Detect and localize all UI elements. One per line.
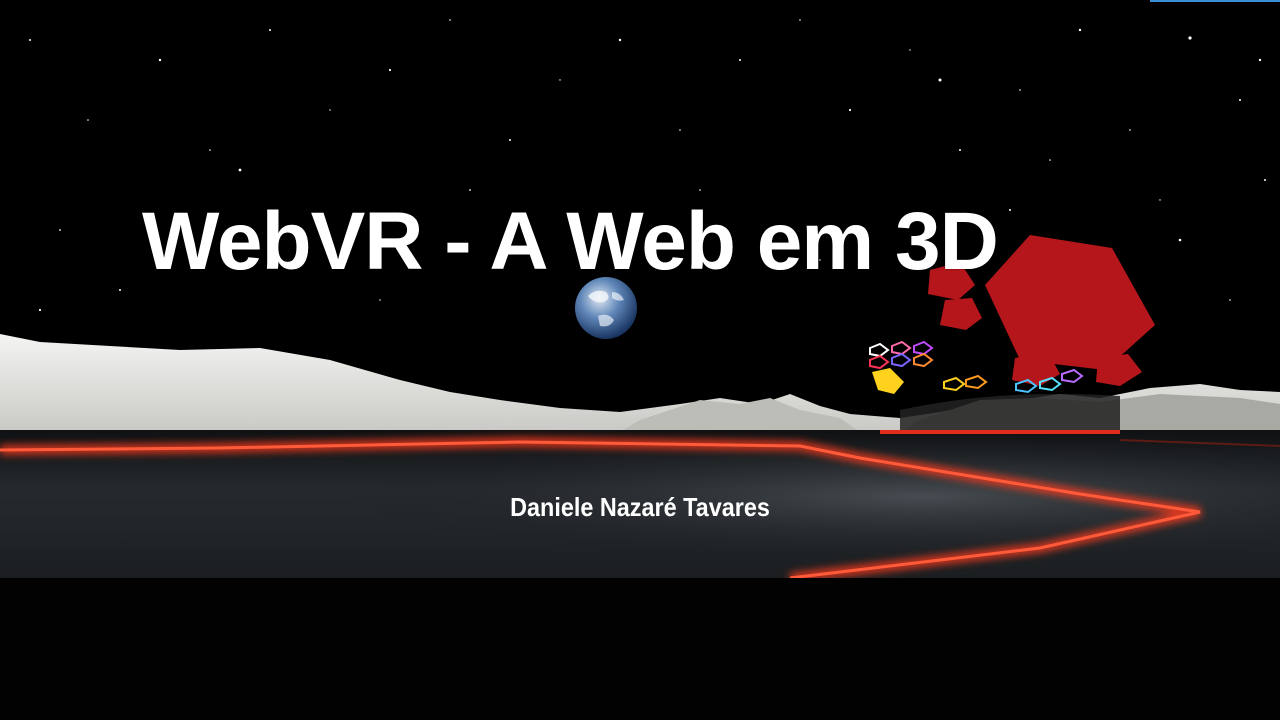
presentation-slide: WebVR - A Web em 3D Daniele Nazaré Tavar… xyxy=(0,0,1280,720)
top-accent-line xyxy=(1150,0,1280,2)
bottom-black-band xyxy=(0,578,1280,720)
slide-title: WebVR - A Web em 3D xyxy=(142,196,999,287)
slide-subtitle-author: Daniele Nazaré Tavares xyxy=(510,492,770,522)
